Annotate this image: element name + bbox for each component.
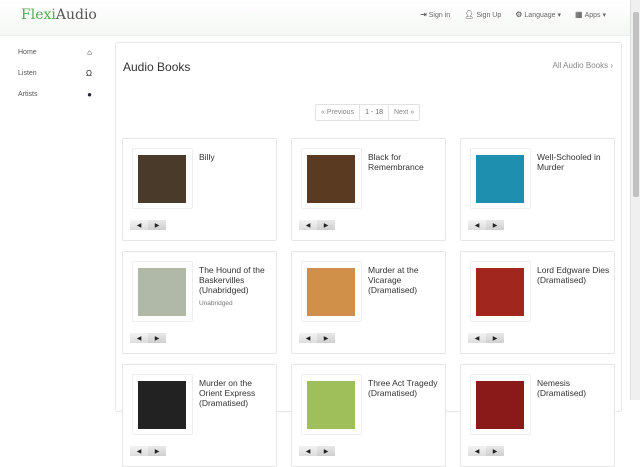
book-card[interactable]: Murder at the Vicarage (Dramatised) ◀ ▶ — [291, 251, 446, 354]
book-cover[interactable] — [301, 148, 362, 209]
audio-player: ◀ ▶ — [299, 333, 335, 343]
play-button[interactable]: ▶ — [148, 446, 166, 456]
book-cover[interactable] — [470, 374, 531, 435]
apps-dropdown[interactable]: ▦ Apps ▾ — [575, 10, 606, 19]
play-button[interactable]: ▶ — [148, 333, 166, 343]
book-title[interactable]: Well-Schooled in Murder — [537, 152, 615, 172]
sidebar: Home ⌂ Listen Ω Artists ● — [0, 42, 105, 105]
audio-player: ◀ ▶ — [468, 446, 504, 456]
audio-player: ◀ ▶ — [130, 446, 166, 456]
book-card[interactable]: Nemesis (Dramatised) ◀ ▶ — [460, 364, 615, 467]
previous-button[interactable]: « Previous — [316, 105, 359, 120]
book-card[interactable]: Well-Schooled in Murder ◀ ▶ — [460, 138, 615, 241]
cover-image — [476, 381, 524, 429]
volume-icon[interactable]: ◀ — [299, 446, 317, 456]
book-card[interactable]: Three Act Tragedy (Dramatised) ◀ ▶ — [291, 364, 446, 467]
book-title[interactable]: Billy — [199, 152, 277, 162]
audio-player: ◀ ▶ — [130, 333, 166, 343]
audio-player: ◀ ▶ — [468, 333, 504, 343]
volume-icon[interactable]: ◀ — [130, 220, 148, 230]
book-card[interactable]: The Hound of the Baskervilles (Unabridge… — [122, 251, 277, 354]
play-button[interactable]: ▶ — [317, 220, 335, 230]
scrollbar-thumb[interactable] — [633, 12, 639, 197]
user-icon: ● — [87, 90, 92, 99]
book-cover[interactable] — [301, 374, 362, 435]
cover-image — [307, 155, 355, 203]
volume-icon[interactable]: ◀ — [299, 220, 317, 230]
grid-icon: ▦ — [575, 10, 583, 19]
language-dropdown[interactable]: ⚙ Language ▾ — [515, 10, 561, 19]
user-icon: 👤︎ — [464, 10, 475, 19]
book-title[interactable]: Murder on the Orient Express (Dramatised… — [199, 378, 277, 408]
book-card[interactable]: Lord Edgware Dies (Dramatised) ◀ ▶ — [460, 251, 615, 354]
book-card[interactable]: Black for Remembrance ◀ ▶ — [291, 138, 446, 241]
page-range: 1 - 18 — [359, 105, 389, 120]
page-title: Audio Books — [123, 60, 191, 74]
audio-player: ◀ ▶ — [299, 220, 335, 230]
sidebar-item-listen[interactable]: Listen Ω — [0, 63, 105, 84]
volume-icon[interactable]: ◀ — [468, 446, 486, 456]
book-cover[interactable] — [132, 374, 193, 435]
cover-image — [138, 268, 186, 316]
logo[interactable]: FlexiAudio — [21, 7, 97, 23]
scrollbar[interactable] — [630, 0, 640, 400]
gear-icon: ⚙ — [515, 10, 523, 19]
home-icon: ⌂ — [87, 48, 92, 57]
book-cover[interactable] — [132, 148, 193, 209]
volume-icon[interactable]: ◀ — [130, 333, 148, 343]
play-button[interactable]: ▶ — [317, 446, 335, 456]
book-title[interactable]: Nemesis (Dramatised) — [537, 378, 615, 398]
play-button[interactable]: ▶ — [148, 220, 166, 230]
book-cover[interactable] — [470, 261, 531, 322]
sidebar-item-home[interactable]: Home ⌂ — [0, 42, 105, 63]
volume-icon[interactable]: ◀ — [468, 333, 486, 343]
cover-image — [476, 155, 524, 203]
book-card[interactable]: Murder on the Orient Express (Dramatised… — [122, 364, 277, 467]
sign-in-link[interactable]: ⇥ Sign in — [420, 10, 450, 19]
all-audio-books-link[interactable]: All Audio Books › — [553, 61, 614, 70]
pagination: « Previous 1 - 18 Next » — [315, 104, 421, 121]
sidebar-item-artists[interactable]: Artists ● — [0, 84, 105, 105]
book-title[interactable]: Murder at the Vicarage (Dramatised) — [368, 265, 446, 295]
volume-icon[interactable]: ◀ — [299, 333, 317, 343]
audio-books-panel: Audio Books All Audio Books › « Previous… — [115, 42, 622, 467]
volume-icon[interactable]: ◀ — [130, 446, 148, 456]
cover-image — [307, 381, 355, 429]
book-subtitle: Unabridged — [199, 300, 233, 307]
cover-image — [476, 268, 524, 316]
play-button[interactable]: ▶ — [486, 220, 504, 230]
book-title[interactable]: Black for Remembrance — [368, 152, 446, 172]
chevron-right-icon: › — [610, 61, 613, 70]
book-title[interactable]: Lord Edgware Dies (Dramatised) — [537, 265, 615, 285]
sign-up-link[interactable]: 👤︎ Sign Up — [464, 10, 501, 19]
volume-icon[interactable]: ◀ — [468, 220, 486, 230]
book-cover[interactable] — [132, 261, 193, 322]
book-cover[interactable] — [470, 148, 531, 209]
book-cover[interactable] — [301, 261, 362, 322]
book-title[interactable]: Three Act Tragedy (Dramatised) — [368, 378, 446, 398]
headphones-icon: Ω — [86, 69, 92, 78]
cover-image — [307, 268, 355, 316]
play-button[interactable]: ▶ — [486, 446, 504, 456]
audio-player: ◀ ▶ — [299, 446, 335, 456]
sign-in-icon: ⇥ — [420, 10, 427, 19]
top-navbar: FlexiAudio ⇥ Sign in 👤︎ Sign Up ⚙ Language … — [0, 0, 630, 36]
cover-image — [138, 381, 186, 429]
book-title[interactable]: The Hound of the Baskervilles (Unabridge… — [199, 265, 277, 295]
cover-image — [138, 155, 186, 203]
play-button[interactable]: ▶ — [317, 333, 335, 343]
play-button[interactable]: ▶ — [486, 333, 504, 343]
book-card[interactable]: Billy ◀ ▶ — [122, 138, 277, 241]
audio-player: ◀ ▶ — [130, 220, 166, 230]
next-button[interactable]: Next » — [389, 105, 419, 120]
audio-player: ◀ ▶ — [468, 220, 504, 230]
